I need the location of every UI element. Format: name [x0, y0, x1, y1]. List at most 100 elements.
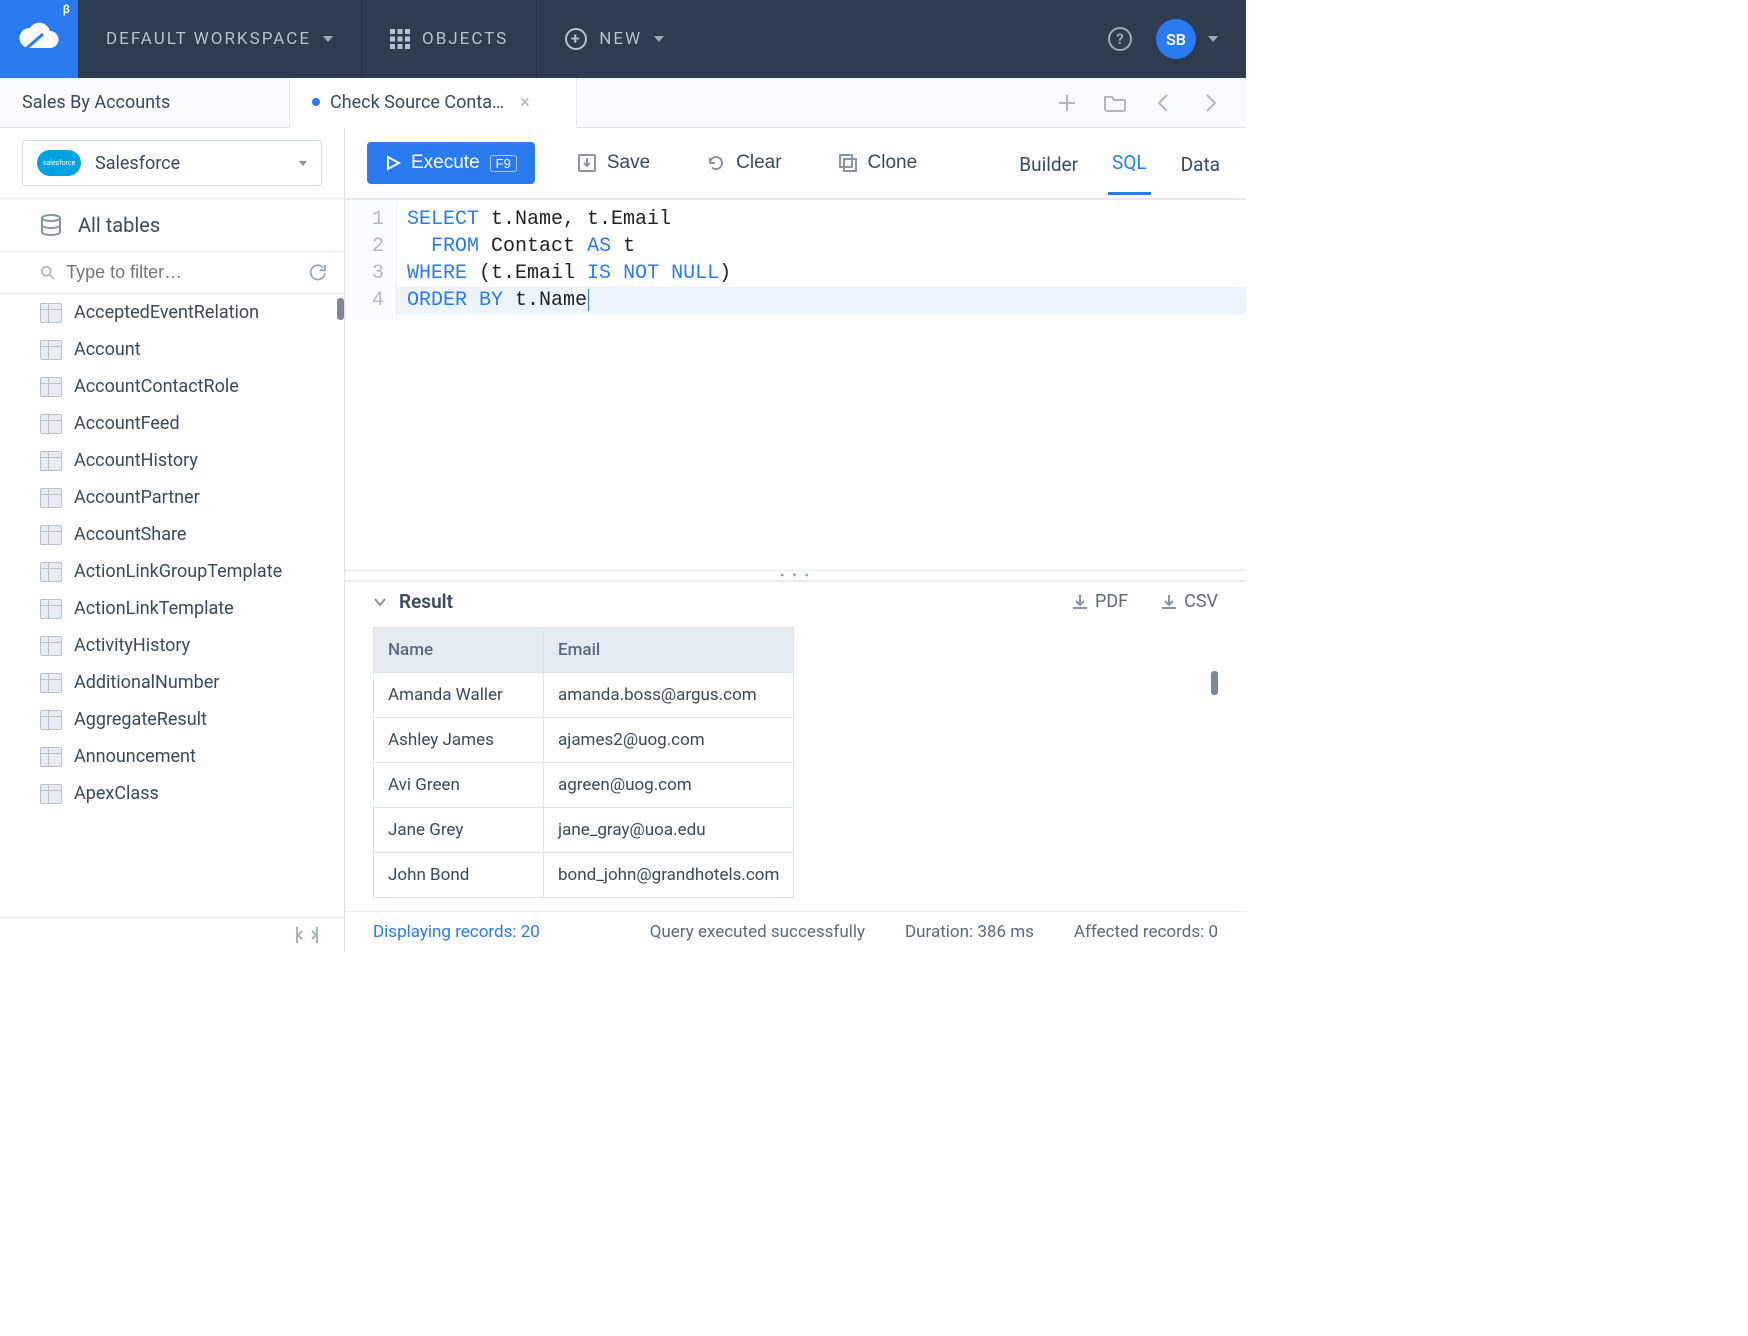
export-pdf-button[interactable]: PDF — [1071, 591, 1128, 612]
clone-icon — [838, 153, 858, 173]
open-folder-button[interactable] — [1104, 92, 1126, 114]
table-item[interactable]: AggregateResult — [0, 701, 344, 738]
new-menu[interactable]: + NEW — [537, 0, 692, 78]
refresh-icon[interactable] — [308, 263, 326, 283]
cell: agreen@uog.com — [544, 763, 794, 808]
download-icon — [1160, 593, 1178, 611]
cell: Amanda Waller — [374, 673, 544, 718]
save-icon — [577, 153, 597, 173]
chevron-down-icon — [323, 36, 333, 42]
export-csv-button[interactable]: CSV — [1160, 591, 1218, 612]
table-item-label: AcceptedEventRelation — [74, 302, 259, 323]
table-row[interactable]: Ashley Jamesajames2@uog.com — [374, 718, 794, 763]
table-item[interactable]: Account — [0, 331, 344, 368]
grid-icon — [390, 29, 410, 49]
table-item-label: ActionLinkTemplate — [74, 598, 234, 619]
clone-button[interactable]: Clone — [824, 142, 932, 184]
table-icon — [40, 303, 62, 323]
table-item-label: AccountHistory — [74, 450, 198, 471]
table-item[interactable]: Announcement — [0, 738, 344, 775]
table-item[interactable]: AccountPartner — [0, 479, 344, 516]
table-row[interactable]: Avi Greenagreen@uog.com — [374, 763, 794, 808]
status-affected: Affected records: 0 — [1074, 922, 1218, 942]
objects-menu[interactable]: OBJECTS — [362, 0, 537, 78]
table-icon — [40, 636, 62, 656]
save-label: Save — [607, 152, 650, 174]
all-tables-label: All tables — [78, 213, 160, 237]
table-item[interactable]: AdditionalNumber — [0, 664, 344, 701]
execute-shortcut: F9 — [490, 155, 517, 172]
table-item-label: ApexClass — [74, 783, 159, 804]
table-item[interactable]: AccountFeed — [0, 405, 344, 442]
document-tab-active[interactable]: Check Source Conta… × — [290, 78, 577, 128]
splitter-handle[interactable]: • • • — [345, 570, 1246, 580]
tab-data[interactable]: Data — [1177, 147, 1224, 194]
table-icon — [40, 340, 62, 360]
sql-editor[interactable]: 1234 SELECT t.Name, t.Email FROM Contact… — [345, 200, 1246, 570]
cloud-logo-icon — [17, 22, 61, 56]
connection-dropdown[interactable]: salesforce Salesforce — [22, 140, 322, 186]
cell: bond_john@grandhotels.com — [544, 853, 794, 898]
result-grid[interactable]: NameEmailAmanda Walleramanda.boss@argus.… — [373, 627, 794, 898]
objects-label: OBJECTS — [422, 29, 508, 49]
execute-button[interactable]: Execute F9 — [367, 142, 535, 184]
scrollbar-thumb[interactable] — [337, 298, 344, 320]
table-icon — [40, 673, 62, 693]
cell: Avi Green — [374, 763, 544, 808]
table-icon — [40, 414, 62, 434]
table-row[interactable]: Amanda Walleramanda.boss@argus.com — [374, 673, 794, 718]
table-icon — [40, 710, 62, 730]
table-row[interactable]: Jane Greyjane_gray@uoa.edu — [374, 808, 794, 853]
table-item[interactable]: ActivityHistory — [0, 627, 344, 664]
status-records: Displaying records: 20 — [373, 922, 540, 942]
column-header[interactable]: Name — [374, 628, 544, 673]
next-tab-button[interactable] — [1200, 92, 1222, 114]
table-item-label: AccountPartner — [74, 487, 200, 508]
cell: jane_gray@uoa.edu — [544, 808, 794, 853]
cell: amanda.boss@argus.com — [544, 673, 794, 718]
table-item[interactable]: ActionLinkGroupTemplate — [0, 553, 344, 590]
filter-row — [0, 252, 344, 294]
column-header[interactable]: Email — [544, 628, 794, 673]
tab-label: Check Source Conta… — [330, 92, 504, 113]
table-icon — [40, 562, 62, 582]
tab-sql[interactable]: SQL — [1108, 145, 1151, 195]
table-list[interactable]: AcceptedEventRelation Account AccountConta… — [0, 294, 344, 917]
table-item[interactable]: AcceptedEventRelation — [0, 294, 344, 331]
workspace-switcher[interactable]: DEFAULT WORKSPACE — [78, 0, 362, 78]
prev-tab-button[interactable] — [1152, 92, 1174, 114]
app-logo[interactable]: β — [0, 0, 78, 78]
chevron-down-icon[interactable] — [373, 595, 387, 609]
close-icon[interactable]: × — [520, 92, 530, 113]
result-title: Result — [399, 590, 453, 613]
clear-label: Clear — [736, 152, 781, 174]
table-item[interactable]: ApexClass — [0, 775, 344, 812]
all-tables-header[interactable]: All tables — [0, 198, 344, 252]
save-button[interactable]: Save — [563, 142, 664, 184]
clone-label: Clone — [868, 152, 918, 174]
export-pdf-label: PDF — [1095, 591, 1128, 612]
status-bar: Displaying records: 20 Query executed su… — [345, 911, 1246, 952]
table-item[interactable]: AccountHistory — [0, 442, 344, 479]
new-label: NEW — [599, 29, 642, 49]
table-icon — [40, 451, 62, 471]
cell: Ashley James — [374, 718, 544, 763]
help-icon[interactable]: ? — [1108, 27, 1132, 51]
table-item-label: AccountContactRole — [74, 376, 239, 397]
table-item[interactable]: AccountContactRole — [0, 368, 344, 405]
document-tab[interactable]: Sales By Accounts — [0, 78, 290, 127]
filter-input[interactable] — [66, 262, 298, 283]
collapse-sidebar-icon[interactable] — [296, 926, 318, 944]
table-item[interactable]: AccountShare — [0, 516, 344, 553]
new-tab-button[interactable] — [1056, 92, 1078, 114]
user-menu[interactable]: SB — [1156, 19, 1218, 59]
scrollbar-thumb[interactable] — [1211, 671, 1218, 695]
undo-icon — [706, 153, 726, 173]
table-item[interactable]: ActionLinkTemplate — [0, 590, 344, 627]
table-row[interactable]: John Bondbond_john@grandhotels.com — [374, 853, 794, 898]
table-item-label: AccountShare — [74, 524, 186, 545]
connection-label: Salesforce — [95, 153, 285, 174]
tab-builder[interactable]: Builder — [1015, 147, 1082, 194]
cell: ajames2@uog.com — [544, 718, 794, 763]
clear-button[interactable]: Clear — [692, 142, 795, 184]
